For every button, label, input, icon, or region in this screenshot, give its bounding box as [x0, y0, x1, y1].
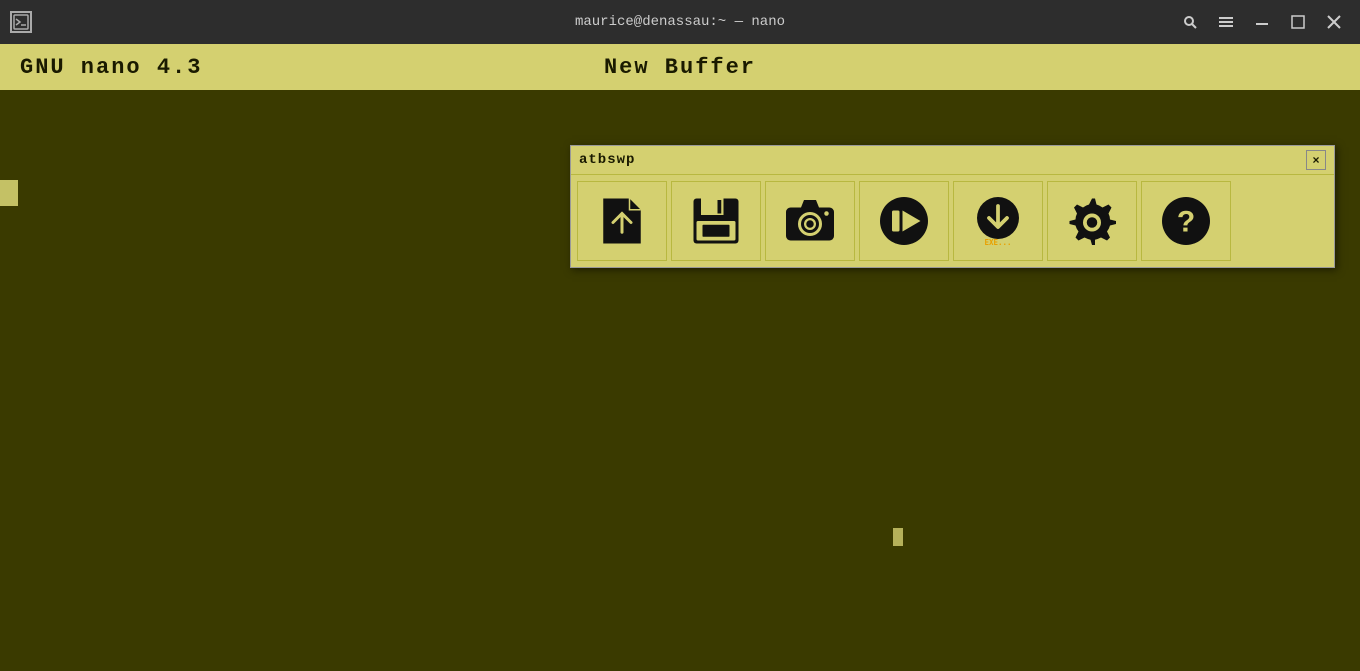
- title-bar-left: [10, 11, 32, 33]
- toolbar-dialog: atbswp ×: [570, 145, 1335, 268]
- nano-buffer-title: New Buffer: [604, 55, 756, 80]
- toolbar-title: atbswp: [579, 152, 635, 168]
- cursor-line: [0, 180, 18, 206]
- help-button[interactable]: ?: [1141, 181, 1231, 261]
- menu-button[interactable]: [1210, 8, 1242, 36]
- text-cursor: [893, 528, 903, 546]
- toolbar-close-button[interactable]: ×: [1306, 150, 1326, 170]
- minimize-button[interactable]: [1246, 8, 1278, 36]
- svg-text:EXE...: EXE...: [984, 238, 1011, 247]
- save-button[interactable]: [671, 181, 761, 261]
- search-button[interactable]: [1174, 8, 1206, 36]
- window-controls: [1174, 8, 1350, 36]
- close-button[interactable]: [1318, 8, 1350, 36]
- maximize-button[interactable]: [1282, 8, 1314, 36]
- camera-button[interactable]: [765, 181, 855, 261]
- title-bar: maurice@denassau:~ — nano: [0, 0, 1360, 44]
- nano-header: GNU nano 4.3 New Buffer: [0, 44, 1360, 90]
- toolbar-icons-container: EXE... ?: [571, 175, 1334, 267]
- download-execute-button[interactable]: EXE...: [953, 181, 1043, 261]
- upload-file-button[interactable]: [577, 181, 667, 261]
- terminal-icon: [10, 11, 32, 33]
- svg-text:?: ?: [1177, 206, 1195, 239]
- play-stop-button[interactable]: [859, 181, 949, 261]
- settings-button[interactable]: [1047, 181, 1137, 261]
- window-title: maurice@denassau:~ — nano: [575, 14, 785, 30]
- toolbar-title-bar: atbswp ×: [571, 146, 1334, 175]
- nano-version: GNU nano 4.3: [20, 55, 202, 80]
